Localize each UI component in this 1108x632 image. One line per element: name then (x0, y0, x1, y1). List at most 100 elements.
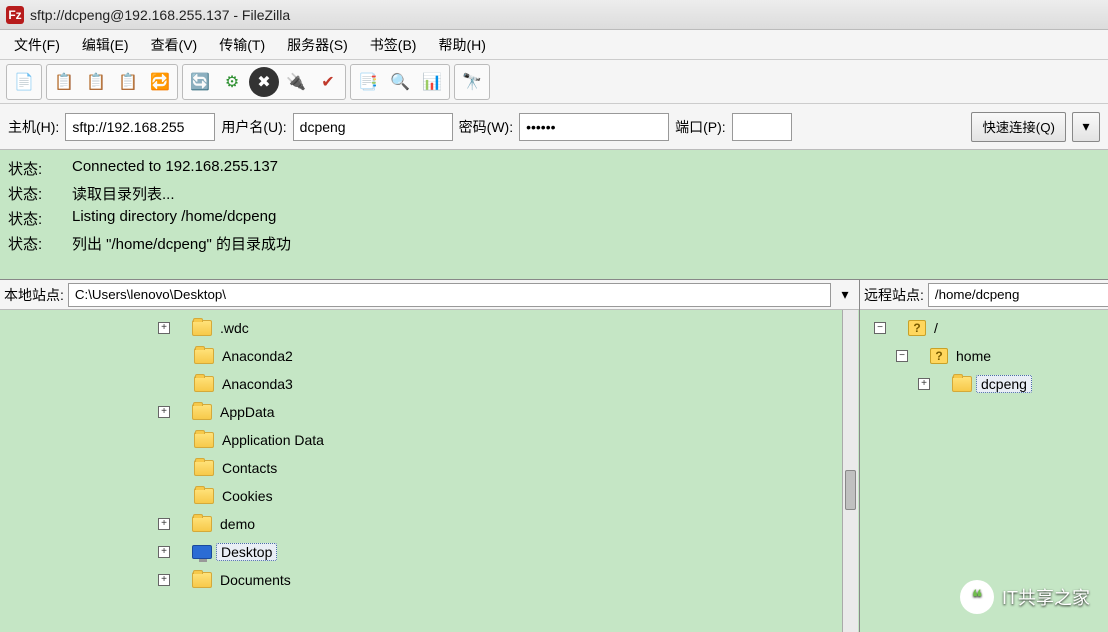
user-label: 用户名(U): (221, 117, 286, 137)
menu-server[interactable]: 服务器(S) (279, 31, 356, 59)
folder-icon (194, 376, 214, 392)
quickconnect-history-dropdown[interactable]: ▾ (1072, 112, 1100, 142)
tree-node-label[interactable]: home (952, 348, 995, 364)
tree-node[interactable]: + Documents (8, 566, 859, 594)
toolbar: 📄 📋 📋 📋 🔁 🔄 ⚙ ✖ 🔌 ✔ 📑 🔍 📊 🔭 (0, 60, 1108, 104)
log-row: 状态: 读取目录列表... (8, 181, 1100, 206)
scrollbar-thumb[interactable] (845, 470, 856, 510)
local-scrollbar[interactable] (842, 310, 858, 632)
tree-node[interactable]: + AppData (8, 398, 859, 426)
tree-expander[interactable]: − (874, 322, 886, 334)
tree-node-label[interactable]: Application Data (218, 432, 328, 448)
tree-node-label[interactable]: Anaconda3 (218, 376, 297, 392)
folder-icon (194, 460, 214, 476)
log-text: 读取目录列表... (72, 183, 175, 204)
disconnect-icon[interactable]: 🔌 (281, 67, 311, 97)
sync-browse-icon[interactable]: 🔁 (145, 67, 175, 97)
tree-node-label[interactable]: dcpeng (976, 375, 1032, 393)
refresh-icon[interactable]: 🔄 (185, 67, 215, 97)
filter-icon[interactable]: 📑 (353, 67, 383, 97)
tree-node-label[interactable]: AppData (216, 404, 278, 420)
toggle-local-icon[interactable]: 📋 (49, 67, 79, 97)
remote-path-input[interactable] (928, 283, 1108, 307)
tree-node[interactable]: −?/ (868, 314, 1108, 342)
menu-file[interactable]: 文件(F) (6, 31, 68, 59)
reconnect-icon[interactable]: ✔ (313, 67, 343, 97)
tree-node-label[interactable]: Documents (216, 572, 295, 588)
remote-pane: 远程站点: −?/−?home+dcpeng (860, 280, 1108, 632)
search-icon[interactable]: 🔍 (385, 67, 415, 97)
local-pane: 本地站点: ▾ + .wdc Anaconda2 Anaconda3 + AppData A… (0, 280, 860, 632)
remote-tree[interactable]: −?/−?home+dcpeng (860, 310, 1108, 632)
log-pane: 状态: Connected to 192.168.255.137 状态: 读取目… (0, 150, 1108, 280)
log-row: 状态: 列出 "/home/dcpeng" 的目录成功 (8, 231, 1100, 256)
log-text: Listing directory /home/dcpeng (72, 208, 276, 229)
host-input[interactable] (65, 113, 215, 141)
local-path-input[interactable] (68, 283, 831, 307)
cancel-icon[interactable]: ✖ (249, 67, 279, 97)
folder-icon (194, 488, 214, 504)
tree-node[interactable]: Anaconda3 (8, 370, 859, 398)
tree-node[interactable]: Cookies (8, 482, 859, 510)
folder-icon (194, 432, 214, 448)
tree-node-label[interactable]: Contacts (218, 460, 281, 476)
window-title: sftp://dcpeng@192.168.255.137 - FileZill… (30, 7, 290, 23)
monitor-icon (192, 545, 212, 559)
port-input[interactable] (732, 113, 792, 141)
folder-icon (192, 516, 212, 532)
menubar: 文件(F) 编辑(E) 查看(V) 传输(T) 服务器(S) 书签(B) 帮助(… (0, 30, 1108, 60)
tree-node-label[interactable]: demo (216, 516, 259, 532)
tree-node-label[interactable]: .wdc (216, 320, 253, 336)
tree-node[interactable]: Contacts (8, 454, 859, 482)
app-logo-icon: Fz (6, 6, 24, 24)
tree-expander[interactable]: − (896, 350, 908, 362)
tree-node[interactable]: Anaconda2 (8, 342, 859, 370)
local-path-dropdown[interactable]: ▾ (835, 286, 855, 303)
password-input[interactable] (519, 113, 669, 141)
log-label: 状态: (8, 158, 54, 179)
menu-view[interactable]: 查看(V) (143, 31, 206, 59)
binoculars-icon[interactable]: 🔭 (457, 67, 487, 97)
tree-node-label[interactable]: Cookies (218, 488, 277, 504)
unknown-folder-icon: ? (930, 348, 948, 364)
process-queue-icon[interactable]: ⚙ (217, 67, 247, 97)
folder-icon (192, 572, 212, 588)
toggle-queue-icon[interactable]: 📋 (113, 67, 143, 97)
password-label: 密码(W): (459, 117, 513, 137)
menu-transfer[interactable]: 传输(T) (211, 31, 273, 59)
log-label: 状态: (8, 233, 54, 254)
tree-node[interactable]: −?home (868, 342, 1108, 370)
local-tree[interactable]: + .wdc Anaconda2 Anaconda3 + AppData Applicati… (0, 310, 859, 632)
tree-expander[interactable]: + (158, 406, 170, 418)
tree-node[interactable]: + .wdc (8, 314, 859, 342)
menu-bookmarks[interactable]: 书签(B) (362, 31, 425, 59)
tree-node-label[interactable]: Anaconda2 (218, 348, 297, 364)
tree-expander[interactable]: + (158, 518, 170, 530)
tree-node[interactable]: + dcpeng (868, 370, 1108, 398)
quickconnect-bar: 主机(H): 用户名(U): 密码(W): 端口(P): 快速连接(Q) ▾ (0, 104, 1108, 150)
tree-node[interactable]: + demo (8, 510, 859, 538)
quickconnect-button[interactable]: 快速连接(Q) (971, 112, 1066, 142)
panes: 本地站点: ▾ + .wdc Anaconda2 Anaconda3 + AppData A… (0, 280, 1108, 632)
tree-expander[interactable]: + (158, 574, 170, 586)
tree-expander[interactable]: + (158, 322, 170, 334)
local-pathbar: 本地站点: ▾ (0, 280, 859, 310)
site-manager-icon[interactable]: 📄 (9, 67, 39, 97)
tree-expander[interactable]: + (918, 378, 930, 390)
tree-node-label[interactable]: / (930, 320, 942, 336)
tree-node[interactable]: Application Data (8, 426, 859, 454)
tree-node[interactable]: + Desktop (8, 538, 859, 566)
user-input[interactable] (293, 113, 453, 141)
toggle-remote-icon[interactable]: 📋 (81, 67, 111, 97)
folder-icon (192, 404, 212, 420)
menu-edit[interactable]: 编辑(E) (74, 31, 137, 59)
tree-expander[interactable]: + (158, 546, 170, 558)
folder-icon (194, 348, 214, 364)
log-label: 状态: (8, 208, 54, 229)
folder-icon (192, 320, 212, 336)
log-text: 列出 "/home/dcpeng" 的目录成功 (72, 233, 291, 254)
compare-icon[interactable]: 📊 (417, 67, 447, 97)
tree-node-label[interactable]: Desktop (216, 543, 277, 561)
menu-help[interactable]: 帮助(H) (430, 31, 493, 59)
unknown-folder-icon: ? (908, 320, 926, 336)
